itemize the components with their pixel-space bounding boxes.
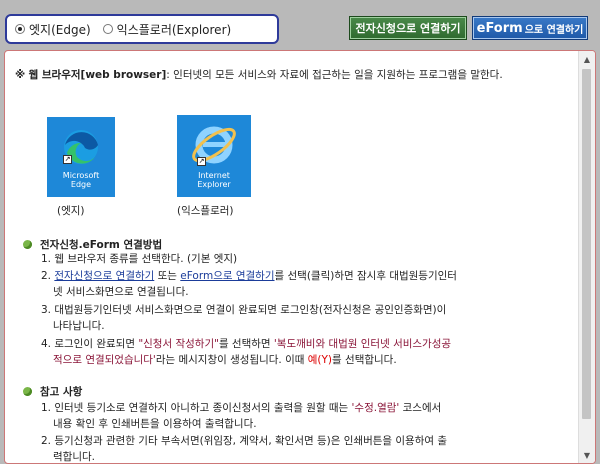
note-1-text-a: 1. 인터넷 등기소로 연결하지 아니하고 종이신청서의 출력을 원할 때는: [41, 402, 352, 414]
intro-term: 웹 브라우저[web browser]: [28, 69, 167, 81]
radio-explorer[interactable]: 익스플로러(Explorer): [102, 21, 232, 38]
connect-step-4-cont: 적으로 연결되었습니다'라는 메시지창이 생성됩니다. 이때 예(Y)를 선택합…: [53, 353, 397, 367]
step-2-num: 2.: [41, 270, 55, 282]
radio-edge[interactable]: 엣지(Edge): [15, 21, 91, 38]
step-4-quote-1: "신청서 작성하기": [138, 338, 219, 350]
note-1-quote: '수정.열람': [351, 402, 400, 414]
intro-mark: ※: [15, 69, 26, 81]
note-1-text-b: 코스에서: [399, 402, 442, 414]
note-1-cont: 내용 확인 후 인쇄버튼을 이용하여 출력합니다.: [53, 418, 257, 430]
note-2-cont: 력합니다.: [53, 451, 95, 463]
eform-link[interactable]: eForm으로 연결하기: [180, 270, 274, 282]
connect-step-2-cont: 넷 서비스화면으로 연결됩니다.: [53, 286, 189, 298]
eform-button-label: 으로 연결하기: [524, 24, 584, 36]
eform-connect-button[interactable]: eForm 으로 연결하기: [472, 16, 588, 40]
section-connect-method: 전자신청.eForm 연결방법: [23, 237, 162, 252]
connect-step-2: 2. 전자신청으로 연결하기 또는 eForm으로 연결하기를 선택(클릭)하면…: [41, 269, 457, 283]
ie-app-icon: ↗ Internet Explorer: [177, 115, 251, 197]
green-bullet-icon: [23, 387, 32, 396]
step-4-text-b: 를 선택하면: [218, 338, 274, 350]
connect-step-1: 1. 웹 브라우저 종류를 선택한다. (기본 엣지): [41, 253, 238, 265]
edge-app-icon: ↗ Microsoft Edge: [47, 117, 115, 197]
eform-button-brand: eForm: [476, 20, 523, 36]
scroll-down-arrow-icon[interactable]: ▼: [579, 447, 595, 463]
ie-caption: (익스플로러): [177, 205, 234, 217]
connect-step-3: 3. 대법원등기인터넷 서비스화면으로 연결이 완료되면 로그인창(전자신청은 …: [41, 304, 447, 316]
ie-icon-label-2: Explorer: [197, 180, 231, 189]
epetition-connect-button[interactable]: 전자신청으로 연결하기: [349, 16, 467, 40]
note-2: 2. 등기신청과 관련한 기타 부속서면(위임장, 계약서, 확인서면 등)은 …: [41, 435, 448, 447]
section-notes-title: 참고 사항: [40, 386, 83, 398]
connect-step-3-cont: 나타납니다.: [53, 320, 105, 332]
intro-line: ※ 웹 브라우저[web browser]: 인터넷의 모든 서비스와 자료에 …: [15, 67, 503, 82]
radio-edge-label: 엣지(Edge): [29, 22, 91, 37]
connect-step-4: 4. 로그인이 완료되면 "신청서 작성하기"를 선택하면 '복도깨비와 대법원…: [41, 337, 451, 351]
step-4-text-e: 를 선택합니다.: [332, 354, 397, 366]
step-2-text: 를 선택(클릭)하면 잠시후 대법원등기인터: [274, 270, 457, 282]
step-4-quote-2: '복도깨비와 대법원 인터넷 서비스가성공: [273, 338, 452, 350]
section-notes: 참고 사항: [23, 384, 82, 399]
note-1: 1. 인터넷 등기소로 연결하지 아니하고 종이신청서의 출력을 원할 때는 '…: [41, 401, 441, 415]
browser-radio-group: 엣지(Edge) 익스플로러(Explorer): [5, 14, 279, 44]
radio-edge-circle[interactable]: [15, 24, 25, 34]
intro-text: : 인터넷의 모든 서비스와 자료에 접근하는 일을 지원하는 프로그램을 말한…: [166, 69, 503, 81]
step-4-text-a: 4. 로그인이 완료되면: [41, 338, 139, 350]
step-4-yes: 예(Y): [307, 354, 333, 366]
guide-panel: ※ 웹 브라우저[web browser]: 인터넷의 모든 서비스와 자료에 …: [4, 50, 596, 464]
section-connect-method-title: 전자신청.eForm 연결방법: [40, 239, 163, 251]
radio-explorer-circle[interactable]: [102, 24, 113, 34]
epetition-link[interactable]: 전자신청으로 연결하기: [54, 270, 154, 282]
edge-icon-label-1: Microsoft: [62, 171, 100, 180]
shortcut-arrow-icon: ↗: [63, 155, 72, 164]
radio-explorer-label: 익스플로러(Explorer): [116, 22, 232, 37]
guide-scroll-area[interactable]: ※ 웹 브라우저[web browser]: 인터넷의 모든 서비스와 자료에 …: [5, 51, 579, 463]
step-4-text-d: 라는 메시지창이 생성됩니다. 이때: [155, 354, 308, 366]
edge-caption: (엣지): [57, 205, 85, 217]
scroll-up-arrow-icon[interactable]: ▲: [579, 51, 595, 67]
scroll-thumb[interactable]: [582, 69, 591, 419]
step-2-or: 또는: [154, 270, 181, 282]
green-bullet-icon: [23, 240, 32, 249]
edge-icon-label-2: Edge: [70, 180, 92, 189]
shortcut-arrow-icon: ↗: [197, 157, 206, 166]
vertical-scrollbar[interactable]: ▲ ▼: [578, 51, 595, 463]
step-4-quote-2-cont: 적으로 연결되었습니다': [53, 354, 156, 366]
ie-icon-label-1: Internet: [198, 171, 230, 180]
